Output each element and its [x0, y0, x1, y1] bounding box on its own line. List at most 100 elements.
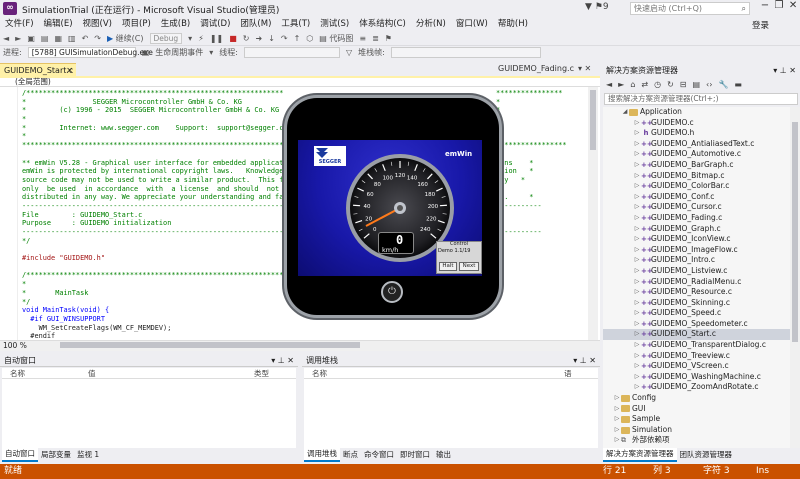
tab-guidemo-fading[interactable]: GUIDEMO_Fading.c [498, 64, 574, 73]
tree-item[interactable]: ▷ ++ GUIDEMO_Automotive.c [603, 149, 790, 160]
expand-arrow-icon[interactable]: ▷ [633, 202, 641, 213]
forward-icon[interactable]: ► [12, 32, 24, 46]
menu-tools[interactable]: 工具(T) [276, 17, 315, 32]
tree-item[interactable]: ▷ ++ GUIDEMO_TransparentDialog.c [603, 340, 790, 351]
step-out-icon[interactable]: ↑ [291, 32, 304, 46]
tree-item[interactable]: ▷ ++ GUIDEMO_ColorBar.c [603, 181, 790, 192]
uncomment-icon[interactable]: ≣ [369, 32, 382, 46]
expand-arrow-icon[interactable]: ▷ [633, 382, 641, 393]
hot-reload-icon[interactable]: ⚡ [195, 32, 207, 46]
code-line[interactable]: * (c) 1996 - 2015 SEGGER Microcontroller… [22, 106, 284, 115]
code-line[interactable]: * Internet: www.segger.com Support: supp… [22, 124, 284, 133]
menu-view[interactable]: 视图(V) [78, 17, 117, 32]
expand-arrow-icon[interactable]: ▷ [613, 414, 621, 425]
code-line[interactable]: #include "GUIDEMO.h" [22, 254, 284, 263]
show-next-statement-icon[interactable]: ➜ [252, 32, 265, 46]
code-line[interactable] [22, 245, 284, 254]
tree-item[interactable]: ▷ ++ GUIDEMO_ZoomAndRotate.c [603, 382, 790, 393]
expand-arrow-icon[interactable]: ▷ [633, 298, 641, 309]
expand-arrow-icon[interactable]: ▷ [633, 118, 641, 129]
bookmark-icon[interactable]: ⚑ [382, 32, 395, 46]
home-icon[interactable]: ⌂ [627, 78, 638, 92]
code-line[interactable]: ----------------------------------------… [22, 228, 284, 237]
code-line[interactable]: */ [22, 237, 284, 246]
menu-debug[interactable]: 调试(D) [195, 17, 235, 32]
save-all-icon[interactable]: ▥ [65, 32, 79, 46]
minimize-button[interactable]: − [761, 0, 769, 17]
tree-item[interactable]: ▷ GUI [603, 404, 790, 415]
stack-frame-combo[interactable] [388, 46, 544, 60]
expand-arrow-icon[interactable]: ▷ [613, 425, 621, 436]
code-line[interactable]: * [22, 132, 284, 141]
expand-arrow-icon[interactable]: ▷ [633, 192, 641, 203]
editor-hscroll-thumb[interactable] [60, 342, 360, 348]
tab-overflow-icons[interactable]: ▾ ✕ [578, 64, 591, 73]
back-icon[interactable]: ◄ [0, 32, 12, 46]
expand-arrow-icon[interactable]: ▷ [613, 404, 621, 415]
undo-icon[interactable]: ↶ [79, 32, 92, 46]
menu-build[interactable]: 生成(B) [156, 17, 195, 32]
code-line[interactable]: /***************************************… [22, 271, 284, 280]
tree-item[interactable]: ▷ ++ GUIDEMO_Cursor.c [603, 202, 790, 213]
new-project-icon[interactable]: ▣ [24, 32, 38, 46]
expand-arrow-icon[interactable]: ▷ [633, 351, 641, 362]
code-line[interactable]: only be used in accordance with a licens… [22, 185, 284, 194]
menu-project[interactable]: 项目(P) [117, 17, 156, 32]
code-line[interactable]: distributed in any way. We appreciate yo… [22, 193, 284, 202]
solution-tree-scroll-thumb[interactable] [792, 122, 798, 342]
code-line[interactable]: source code may not be used to write a s… [22, 176, 284, 185]
tree-item[interactable]: ▷ ++ GUIDEMO.c [603, 118, 790, 129]
tree-item[interactable]: ▷ Sample [603, 414, 790, 425]
properties-icon[interactable]: 🔧 [715, 78, 731, 92]
expand-arrow-icon[interactable]: ▷ [633, 128, 641, 139]
autos-grid[interactable] [2, 379, 296, 448]
solution-tree[interactable]: ◢ Application ▷ ++ GUIDEMO.c ▷ h GUIDEMO.h ▷ ++ GU… [603, 107, 790, 448]
expand-arrow-icon[interactable]: ▷ [633, 319, 641, 330]
expand-arrow-icon[interactable]: ▷ [633, 266, 641, 277]
tree-item[interactable]: ▷ ++ GUIDEMO_Fading.c [603, 213, 790, 224]
maximize-button[interactable]: ❐ [775, 0, 784, 17]
tree-item[interactable]: ▷ ++ GUIDEMO_RadialMenu.c [603, 277, 790, 288]
next-button[interactable]: Next [459, 262, 479, 271]
code-line[interactable]: ----------------------------------------… [22, 202, 284, 211]
menu-architecture[interactable]: 体系结构(C) [354, 17, 411, 32]
step-over-icon[interactable]: ↷ [278, 32, 291, 46]
editor-scroll-thumb[interactable] [590, 90, 596, 150]
step-into-icon[interactable]: ↓ [265, 32, 278, 46]
code-line[interactable]: WM_SetCreateFlags(WM_CF_MEMDEV); [22, 324, 284, 333]
code-line[interactable] [22, 150, 284, 159]
tree-item[interactable]: ▷ ++ GUIDEMO_Intro.c [603, 255, 790, 266]
tree-item[interactable]: ◢ Application [603, 107, 790, 118]
code-line[interactable]: */ [22, 298, 284, 307]
menu-test[interactable]: 测试(S) [315, 17, 354, 32]
tab-solution-explorer[interactable]: 解决方案资源管理器 [603, 448, 677, 462]
expand-arrow-icon[interactable]: ▷ [633, 149, 641, 160]
flag-icon[interactable]: ⚑ [595, 2, 603, 12]
menu-file[interactable]: 文件(F) [0, 17, 39, 32]
expand-arrow-icon[interactable]: ▷ [633, 139, 641, 150]
tree-item[interactable]: ▷ ++ GUIDEMO_BarGraph.c [603, 160, 790, 171]
view-code-icon[interactable]: ‹› [703, 78, 715, 92]
expand-arrow-icon[interactable]: ▷ [633, 372, 641, 383]
redo-icon[interactable]: ↷ [91, 32, 104, 46]
expand-arrow-icon[interactable]: ▷ [633, 361, 641, 372]
thread-combo[interactable] [241, 46, 343, 60]
expand-arrow-icon[interactable]: ▷ [633, 308, 641, 319]
expand-arrow-icon[interactable]: ▷ [633, 340, 641, 351]
expand-arrow-icon[interactable]: ▷ [613, 393, 621, 404]
tree-item[interactable]: ▷ ++ GUIDEMO_Bitmap.c [603, 171, 790, 182]
show-all-files-icon[interactable]: ▤ [689, 78, 703, 92]
code-line[interactable]: void MainTask(void) { [22, 306, 284, 315]
tree-item[interactable]: ▷ ++ GUIDEMO_Speedometer.c [603, 319, 790, 330]
column-header-value[interactable]: 值 [88, 368, 254, 379]
expand-arrow-icon[interactable]: ▷ [613, 435, 621, 446]
tab-locals[interactable]: 局部变量 [38, 449, 74, 461]
tree-item[interactable]: ▷ ++ GUIDEMO_Resource.c [603, 287, 790, 298]
lifecycle-icon[interactable]: ▣ [139, 46, 153, 60]
tree-item[interactable]: ▷ ++ GUIDEMO_IconView.c [603, 234, 790, 245]
tree-item[interactable]: ▷ ++ GUIDEMO_VScreen.c [603, 361, 790, 372]
tree-item[interactable]: ▷ ++ GUIDEMO_ImageFlow.c [603, 245, 790, 256]
config-combo[interactable]: Debug [147, 32, 186, 46]
panel-pin-close-icons[interactable]: ▾ ⊥ ✕ [573, 355, 596, 367]
tree-item[interactable]: ▷ ++ GUIDEMO_AntialiasedText.c [603, 139, 790, 150]
